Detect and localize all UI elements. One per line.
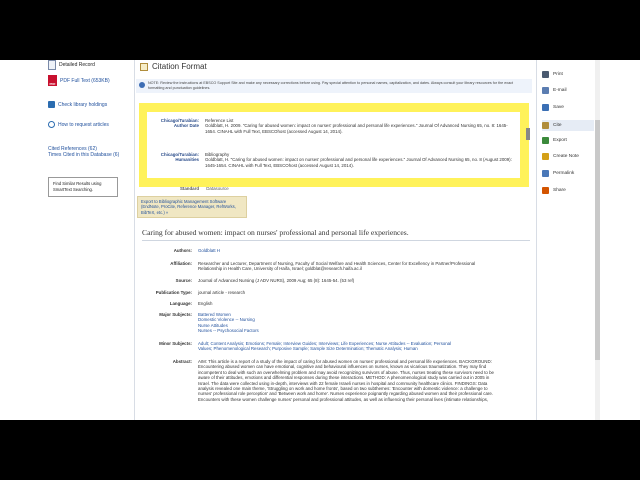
request-articles-link[interactable]: How to request articles [48, 121, 109, 128]
page-scrollbar[interactable] [595, 60, 600, 420]
tool-e-mail[interactable]: E-mail [542, 87, 567, 94]
field-value: journal article - research [198, 290, 524, 295]
times-cited-link[interactable]: Times Cited in this Database (6) [48, 152, 119, 158]
citation-humanities: Chicago/Turabian: Humanities Bibliograph… [147, 152, 520, 180]
field-value[interactable]: Adult; Content Analysis; Emotions; Femal… [198, 341, 524, 352]
field-value-line: Journal of Advanced Nursing (J ADV NURS)… [198, 278, 355, 283]
library-icon [48, 101, 55, 108]
field-label: Minor Subjects: [159, 341, 192, 346]
tool-export[interactable]: Export [542, 137, 567, 144]
field-label: Authors: [173, 248, 192, 253]
field-value-line[interactable]: Nurses -- Psychosocial Factors [198, 328, 524, 333]
share-icon [542, 187, 549, 194]
tool-cite[interactable]: Cite [542, 120, 594, 131]
cite-icon [140, 62, 148, 71]
tool-create-note[interactable]: Create Note [542, 153, 579, 160]
info-icon [139, 82, 145, 88]
field-value-line: English [198, 301, 213, 306]
email-icon [542, 87, 549, 94]
tool-label: E-mail [553, 88, 567, 93]
citation-text: Goldblatt, H. 2009. "Caring for abused w… [205, 123, 508, 134]
field-label: Affiliation: [170, 261, 192, 266]
citation-note: NOTE: Review the instructions at EBSCO S… [136, 79, 532, 93]
main-content: Citation Format NOTE: Review the instruc… [134, 60, 536, 420]
field-value-line[interactable]: Values; Phenomenological Research; Purpo… [198, 346, 524, 351]
field-value: Journal of Advanced Nursing (J ADV NURS)… [198, 278, 524, 283]
permalink-icon [542, 170, 549, 177]
field-value[interactable]: Goldblatt H [198, 248, 524, 253]
field-value-line: aware of their attitudes, emotions and d… [198, 375, 490, 381]
article-title: Caring for abused women: impact on nurse… [142, 228, 409, 237]
pdf-full-text-link[interactable]: PDF PDF Full Text (653KB) [48, 75, 110, 86]
field-value: AIM: This article is a report of a study… [198, 359, 524, 402]
field-value-line: Encounters with these women challenge nu… [198, 396, 489, 402]
field-value: English [198, 301, 524, 306]
note-icon [542, 153, 549, 160]
tool-label: Cite [553, 123, 562, 128]
tool-label: Save [553, 105, 564, 110]
field-value-line: Relationship in Health Care, University … [198, 266, 362, 272]
check-library-holdings-link[interactable]: Check library holdings [48, 101, 107, 108]
tool-share[interactable]: Share [542, 187, 566, 194]
field-label: Major Subjects: [159, 312, 192, 317]
document-icon [48, 60, 56, 70]
field-value-line: journal article - research [198, 290, 246, 295]
title-divider [142, 240, 530, 241]
citation-author-date: Chicago/Turabian: Author Date Reference … [147, 118, 520, 146]
citation-text: Goldblatt, H. "Caring for abused women: … [205, 157, 512, 168]
field-value[interactable]: Battered Women Domestic Violence -- Nursi… [198, 312, 524, 334]
citation-style-label: Chicago/Turabian: Humanities [160, 152, 199, 163]
tool-label: Print [553, 72, 563, 77]
field-value-line[interactable]: Goldblatt H [198, 248, 524, 253]
tool-label: Create Note [553, 154, 579, 159]
citation-style-label: Chicago/Turabian: Author Date [160, 118, 199, 129]
citation-scrollbar[interactable] [526, 128, 530, 140]
standard-row: Standard Datasource [179, 186, 229, 191]
browser-screen: Detailed Record PDF PDF Full Text (653KB… [0, 60, 640, 420]
right-divider [536, 60, 537, 420]
cite-icon [542, 122, 549, 129]
print-icon [542, 71, 549, 78]
gear-icon [48, 121, 55, 128]
scrollbar-thumb[interactable] [595, 120, 600, 360]
export-bibliographic-link[interactable]: Export to Bibliographic Management Softw… [137, 196, 247, 218]
tool-label: Share [553, 188, 566, 193]
field-label: Publication Type: [155, 290, 192, 295]
citation-list: Chicago/Turabian: Author Date Reference … [147, 112, 530, 180]
tool-label: Permalink [553, 171, 575, 176]
citation-format-heading: Citation Format [140, 62, 207, 71]
tool-label: Export [553, 138, 567, 143]
tool-print[interactable]: Print [542, 71, 563, 78]
field-label: Language: [169, 301, 192, 306]
pdf-icon: PDF [48, 75, 57, 86]
export-icon [542, 137, 549, 144]
tool-save[interactable]: Save [542, 104, 564, 111]
field-label: Abstract: [172, 359, 192, 364]
field-value: Researcher and Lecturer, Department of N… [198, 261, 524, 272]
find-similar-box[interactable]: Find Similar Results using SmartText Sea… [48, 177, 118, 197]
save-icon [542, 104, 549, 111]
tool-permalink[interactable]: Permalink [542, 170, 574, 177]
field-label: Source: [175, 278, 192, 283]
detailed-record-link[interactable]: Detailed Record [48, 60, 95, 70]
